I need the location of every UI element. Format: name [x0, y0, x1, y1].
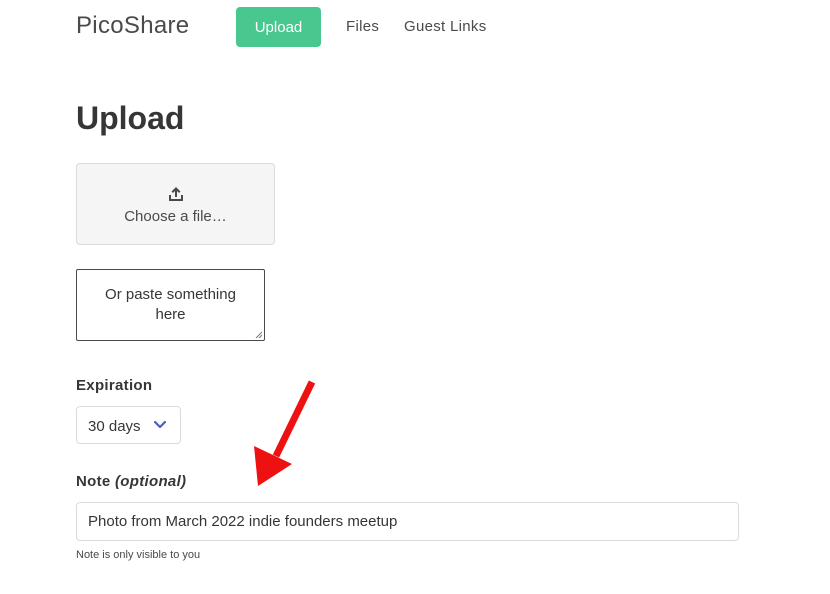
paste-placeholder: Or paste something here	[105, 286, 236, 323]
expiration-select[interactable]: 30 days	[76, 406, 181, 444]
note-input-value: Photo from March 2022 indie founders mee…	[88, 513, 398, 530]
file-picker-label: Choose a file…	[124, 207, 227, 225]
file-picker[interactable]: Choose a file…	[76, 163, 275, 245]
note-label: Note (optional)	[76, 473, 186, 490]
note-label-text: Note	[76, 473, 111, 490]
expiration-selected-value: 30 days	[88, 418, 141, 435]
page-title: Upload	[76, 100, 185, 136]
note-optional-label: (optional)	[115, 473, 187, 490]
nav-upload-button[interactable]: Upload	[236, 7, 321, 47]
expiration-label: Expiration	[76, 377, 153, 394]
nav-files-link[interactable]: Files	[346, 18, 379, 35]
brand-logo[interactable]: PicoShare	[76, 12, 189, 40]
annotation-arrow-icon	[254, 380, 316, 486]
nav-guest-links-link[interactable]: Guest Links	[404, 18, 487, 35]
chevron-down-icon	[154, 421, 166, 429]
paste-textarea[interactable]: Or paste something here	[76, 269, 265, 341]
resize-grip-icon[interactable]	[255, 331, 263, 339]
page: PicoShare Upload Files Guest Links Uploa…	[0, 0, 830, 594]
note-help-text: Note is only visible to you	[76, 549, 201, 561]
note-input[interactable]: Photo from March 2022 indie founders mee…	[76, 502, 739, 541]
upload-icon	[168, 186, 183, 201]
